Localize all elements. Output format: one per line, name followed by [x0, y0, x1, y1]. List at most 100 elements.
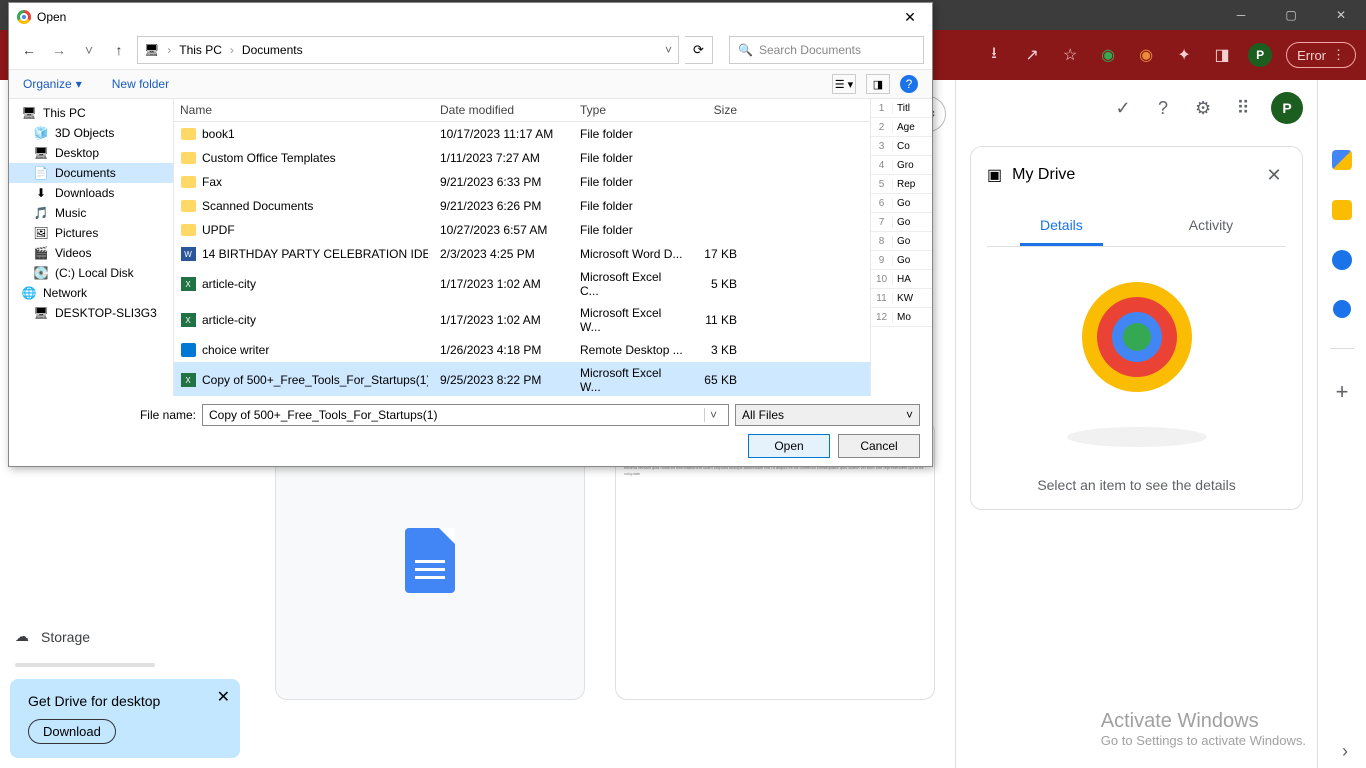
address-dropdown-icon[interactable]: ˅	[665, 43, 672, 57]
star-icon[interactable]: ☆	[1058, 43, 1082, 67]
tree-item[interactable]: 🖥Desktop	[9, 143, 173, 163]
tab-activity[interactable]: Activity	[1169, 207, 1253, 246]
extensions-puzzle-icon[interactable]: ✦	[1172, 43, 1196, 67]
tree-item[interactable]: 🌐Network	[9, 283, 173, 303]
folder-tree: 🖥This PC🧊3D Objects🖥Desktop📄Documents⬇Do…	[9, 99, 174, 396]
file-row[interactable]: Scanned Documents9/21/2023 6:26 PMFile f…	[174, 194, 870, 218]
download-icon[interactable]: ⭳	[982, 43, 1006, 67]
preview-pane-icon[interactable]: ◨	[866, 74, 890, 94]
tree-item[interactable]: 🎬Videos	[9, 243, 173, 263]
open-button[interactable]: Open	[748, 434, 830, 458]
tab-details[interactable]: Details	[1020, 207, 1103, 246]
refresh-icon[interactable]: ⟳	[685, 36, 713, 64]
file-icon: X	[180, 276, 196, 292]
tree-icon: 🖥	[33, 146, 49, 160]
promo-close-icon[interactable]: ✕	[217, 687, 230, 707]
tree-item[interactable]: 🖥DESKTOP-SLI3G3	[9, 303, 173, 323]
collapse-panel-icon[interactable]: ›	[1342, 741, 1348, 762]
docs-icon	[405, 528, 455, 593]
breadcrumb-item[interactable]: Documents	[242, 43, 303, 57]
file-row[interactable]: Xarticle-city1/17/2023 1:02 AMMicrosoft …	[174, 266, 870, 302]
tree-item[interactable]: 💽(C:) Local Disk	[9, 263, 173, 283]
tree-icon: 📄	[33, 166, 49, 180]
contacts-icon[interactable]	[1333, 300, 1351, 318]
file-row[interactable]: Custom Office Templates1/11/2023 7:27 AM…	[174, 146, 870, 170]
error-label: Error	[1297, 48, 1326, 63]
search-placeholder: Search Documents	[759, 43, 861, 57]
file-row[interactable]: XCopy of 500+_Free_Tools_For_Startups(1)…	[174, 362, 870, 396]
file-row[interactable]: choice writer1/26/2023 4:18 PMRemote Des…	[174, 338, 870, 362]
ready-offline-icon[interactable]: ✓	[1111, 96, 1135, 120]
address-bar[interactable]: 🖥 › This PC › Documents ˅	[137, 36, 679, 64]
storage-row[interactable]: ☁ Storage	[15, 628, 240, 645]
tree-item[interactable]: 🖼Pictures	[9, 223, 173, 243]
extension-icon[interactable]: ◉	[1096, 43, 1120, 67]
filename-input[interactable]: Copy of 500+_Free_Tools_For_Startups(1) …	[202, 404, 729, 426]
help-icon[interactable]: ?	[1151, 96, 1175, 120]
tree-item[interactable]: 🎵Music	[9, 203, 173, 223]
details-card: ▣ My Drive ✕ Details Activity Select an …	[970, 146, 1303, 510]
add-addon-icon[interactable]: +	[1336, 379, 1349, 405]
preview-row: 7Go	[871, 213, 932, 232]
preview-row: 11KW	[871, 289, 932, 308]
error-indicator[interactable]: Error ⋮	[1286, 42, 1356, 68]
new-folder-button[interactable]: New folder	[112, 77, 169, 91]
tree-item[interactable]: 🧊3D Objects	[9, 123, 173, 143]
breadcrumb-item[interactable]: This PC	[179, 43, 222, 57]
nav-up-icon[interactable]: ↑	[107, 38, 131, 62]
file-icon: X	[180, 372, 196, 388]
filename-label: File name:	[21, 408, 196, 422]
preview-row: 1Titl	[871, 99, 932, 118]
file-row[interactable]: book110/17/2023 11:17 AMFile folder	[174, 122, 870, 146]
dialog-nav: ← → ˅ ↑ 🖥 › This PC › Documents ˅ ⟳ 🔍 Se…	[9, 31, 932, 69]
filename-dropdown-icon[interactable]: ˅	[704, 408, 722, 422]
tree-icon: 🖼	[33, 226, 49, 240]
tree-item[interactable]: 📄Documents	[9, 163, 173, 183]
extension-icon-2[interactable]: ◉	[1134, 43, 1158, 67]
empty-hint-text: Select an item to see the details	[1037, 477, 1235, 493]
apps-grid-icon[interactable]: ⠿	[1231, 96, 1255, 120]
search-input[interactable]: 🔍 Search Documents	[729, 36, 924, 64]
window-close-icon[interactable]: ✕	[1326, 0, 1356, 30]
organize-button[interactable]: Organize ▾	[23, 77, 82, 91]
drive-header-icons: ✓ ? ⚙ ⠿ P	[956, 80, 1317, 136]
dialog-toolbar: Organize ▾ New folder ☰ ▾ ◨ ?	[9, 69, 932, 99]
menu-dots-icon: ⋮	[1332, 47, 1345, 63]
calendar-icon[interactable]	[1332, 150, 1352, 170]
tree-item[interactable]: 🖥This PC	[9, 103, 173, 123]
file-icon: X	[180, 312, 196, 328]
window-maximize-icon[interactable]: ▢	[1276, 0, 1306, 30]
dialog-title: Open	[37, 10, 66, 24]
view-options-icon[interactable]: ☰ ▾	[832, 74, 856, 94]
sidepanel-icon[interactable]: ◨	[1210, 43, 1234, 67]
share-icon[interactable]: ↗	[1020, 43, 1044, 67]
dialog-close-icon[interactable]: ✕	[896, 5, 924, 29]
file-row[interactable]: W14 BIRTHDAY PARTY CELEBRATION IDEAS...2…	[174, 242, 870, 266]
dialog-help-icon[interactable]: ?	[900, 75, 918, 93]
close-panel-icon[interactable]: ✕	[1262, 163, 1286, 187]
tasks-icon[interactable]	[1332, 250, 1352, 270]
settings-gear-icon[interactable]: ⚙	[1191, 96, 1215, 120]
account-avatar[interactable]: P	[1271, 92, 1303, 124]
windows-watermark: Activate Windows Go to Settings to activ…	[1101, 710, 1306, 748]
file-row[interactable]: Xarticle-city1/17/2023 1:02 AMMicrosoft …	[174, 302, 870, 338]
window-minimize-icon[interactable]: ─	[1226, 0, 1256, 30]
promo-download-button[interactable]: Download	[28, 719, 116, 744]
column-type[interactable]: Type	[574, 99, 689, 121]
column-size[interactable]: Size	[689, 99, 749, 121]
file-row[interactable]: UPDF10/27/2023 6:57 AMFile folder	[174, 218, 870, 242]
filetype-select[interactable]: All Files ˅	[735, 404, 920, 426]
column-name[interactable]: Name	[174, 99, 434, 121]
tree-icon: ⬇	[33, 186, 49, 200]
column-date[interactable]: Date modified	[434, 99, 574, 121]
keep-icon[interactable]	[1332, 200, 1352, 220]
file-row[interactable]: Fax9/21/2023 6:33 PMFile folder	[174, 170, 870, 194]
side-addons: +	[1317, 80, 1366, 768]
profile-avatar[interactable]: P	[1248, 43, 1272, 67]
nav-recent-icon[interactable]: ˅	[77, 38, 101, 62]
cancel-button[interactable]: Cancel	[838, 434, 920, 458]
tree-item[interactable]: ⬇Downloads	[9, 183, 173, 203]
nav-forward-icon[interactable]: →	[47, 38, 71, 62]
file-open-dialog: Open ✕ ← → ˅ ↑ 🖥 › This PC › Documents ˅…	[8, 2, 933, 467]
nav-back-icon[interactable]: ←	[17, 38, 41, 62]
